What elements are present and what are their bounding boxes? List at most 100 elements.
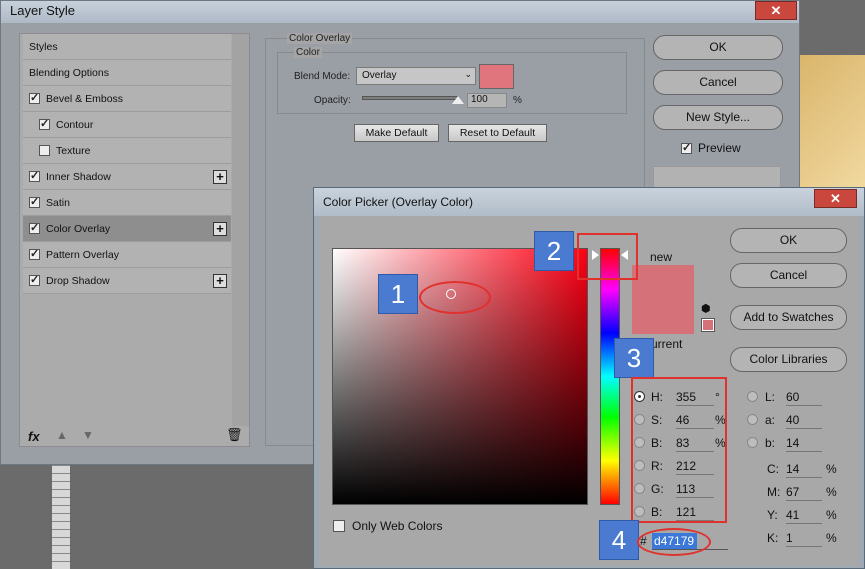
color-field-input[interactable]: 41 [786,508,822,524]
trash-icon[interactable]: 🗑 [226,427,243,443]
color-field-label: a: [765,413,776,427]
style-item-label: Pattern Overlay [46,248,119,261]
style-item[interactable]: Contour [23,112,231,138]
color-field-unit: % [826,531,837,545]
style-item[interactable]: Pattern Overlay [23,242,231,268]
color-field-input[interactable]: 40 [786,413,822,429]
style-checkbox[interactable] [39,117,50,130]
style-item-label: Color Overlay [46,222,111,235]
style-item[interactable]: Bevel & Emboss [23,86,231,112]
preview-checkbox[interactable]: Preview [681,141,741,155]
style-item[interactable]: Color Overlay + [23,216,231,242]
style-item-label: Blending Options [29,66,109,79]
style-item[interactable]: Inner Shadow + [23,164,231,190]
color-field-unit: % [826,462,837,476]
annotation-badge-3: 3 [614,338,654,378]
color-mode-radio[interactable] [747,391,758,402]
arrow-up-icon[interactable]: ▲ [56,428,68,442]
opacity-unit: % [513,95,522,106]
new-color-label: new [650,250,673,264]
style-item[interactable]: Texture [23,138,231,164]
color-field-unit: % [826,485,837,499]
style-checkbox[interactable] [29,273,40,286]
cancel-button[interactable]: Cancel [653,70,783,95]
annotation-ellipse-4 [637,528,711,556]
overlay-color-swatch[interactable] [479,64,514,89]
color-field-label: M: [767,485,781,499]
styles-list-panel: Styles Blending Options Bevel & Emboss Cont… [19,33,250,447]
color-subgroup-heading: Color [294,47,322,58]
make-default-button[interactable]: Make Default [354,124,439,142]
preview-check[interactable] [681,141,692,154]
color-field-input[interactable]: 67 [786,485,822,501]
new-style-button[interactable]: New Style... [653,105,783,130]
annotation-box-3 [631,377,727,523]
style-checkbox[interactable] [39,145,50,156]
style-item-label: Satin [46,196,70,209]
style-item-label: Styles [29,40,58,53]
fx-button[interactable]: fx [28,429,40,444]
color-field-input[interactable]: 14 [786,436,822,452]
style-checkbox[interactable] [29,91,40,104]
style-item-label: Contour [56,118,94,131]
ruler [52,465,70,569]
color-field-label: L: [765,390,776,404]
plus-icon[interactable]: + [213,222,227,236]
layer-style-titlebar: Layer Style [1,1,799,23]
reset-to-default-button[interactable]: Reset to Default [448,124,547,142]
style-item[interactable]: Blending Options [23,60,231,86]
only-web-colors-label: Only Web Colors [352,519,443,533]
only-web-colors-checkbox[interactable]: Only Web Colors [333,519,442,533]
style-checkbox[interactable] [29,247,40,260]
style-item[interactable]: Satin [23,190,231,216]
style-checkbox[interactable] [29,169,40,182]
web-safe-swatch[interactable] [701,318,715,332]
style-item-label: Drop Shadow [46,274,110,287]
style-checkbox[interactable] [29,195,40,208]
style-item-label: Inner Shadow [46,170,111,183]
annotation-badge-1: 1 [378,274,418,314]
styles-footer: fx ▲ ▼ 🗑 [20,426,249,446]
picker-ok-button[interactable]: OK [730,228,847,253]
picker-cancel-button[interactable]: Cancel [730,263,847,288]
ok-button[interactable]: OK [653,35,783,60]
color-field-input[interactable]: 1 [786,531,822,547]
add-to-swatches-button[interactable]: Add to Swatches [730,305,847,330]
style-item[interactable]: Styles [23,34,231,60]
color-picker-title: Color Picker (Overlay Color) [323,195,474,209]
close-button[interactable]: ✕ [755,1,797,20]
style-item[interactable]: Drop Shadow + [23,268,231,294]
out-of-gamut-cube-icon[interactable]: ⬢ [701,303,713,315]
color-mode-radio[interactable] [747,414,758,425]
color-field-input[interactable]: 14 [786,462,822,478]
color-field-input[interactable]: 60 [786,390,822,406]
color-field-label: K: [767,531,779,545]
color-field-label: b: [765,436,776,450]
only-web-colors-check[interactable] [333,520,345,532]
preview-label: Preview [698,141,741,155]
blend-mode-label: Blend Mode: [294,71,351,82]
color-mode-radio[interactable] [747,437,758,448]
color-libraries-button[interactable]: Color Libraries [730,347,847,372]
plus-icon[interactable]: + [213,170,227,184]
arrow-down-icon[interactable]: ▼ [82,428,94,442]
annotation-badge-4: 4 [599,520,639,560]
style-checkbox[interactable] [29,221,40,234]
color-picker-close-button[interactable]: ✕ [814,189,857,208]
opacity-input[interactable]: 100 [467,93,507,108]
close-icon: ✕ [770,3,782,18]
chevron-down-icon: ⌄ [464,69,472,79]
color-picker-titlebar: Color Picker (Overlay Color) [314,188,864,216]
styles-scrollbar[interactable] [232,34,249,426]
opacity-slider-thumb[interactable] [452,96,464,104]
color-field-label: C: [767,462,779,476]
color-field-unit: % [826,508,837,522]
style-item-label: Texture [56,144,91,157]
opacity-label: Opacity: [314,95,351,106]
opacity-slider[interactable] [362,96,458,100]
plus-icon[interactable]: + [213,274,227,288]
window-title: Layer Style [10,3,76,18]
close-icon: ✕ [830,191,841,206]
current-color-swatch[interactable] [632,301,694,334]
blend-mode-select[interactable]: Overlay ⌄ [356,67,476,85]
